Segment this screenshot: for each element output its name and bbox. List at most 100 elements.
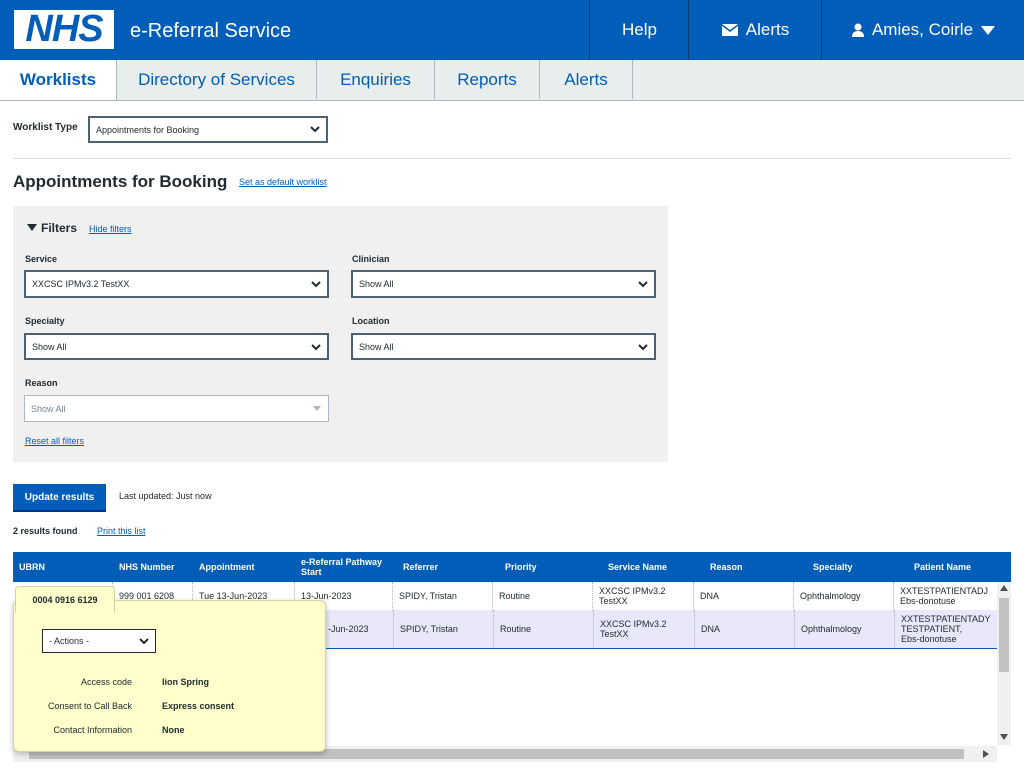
- location-select[interactable]: Show All: [351, 333, 656, 360]
- column-header-ubrn[interactable]: UBRN: [19, 552, 45, 582]
- reason-cell: DNA: [694, 582, 794, 610]
- hide-filters-link[interactable]: Hide filters: [89, 224, 132, 234]
- contact-label: Contact Information: [53, 725, 132, 735]
- patient-line: Ebs-donotuse: [901, 634, 957, 644]
- help-link[interactable]: Help: [589, 0, 689, 60]
- service-line: TestXX: [600, 629, 629, 639]
- tab-label: Directory of Services: [138, 69, 295, 89]
- reason-select[interactable]: Show All: [24, 395, 329, 422]
- clinician-select[interactable]: Show All: [351, 270, 656, 298]
- nhs-logo[interactable]: NHS: [14, 10, 114, 49]
- ubrn-link[interactable]: 0004 0916 6129: [15, 586, 115, 613]
- service-line: XXCSC IPMv3.2: [599, 586, 666, 596]
- specialty-label: Specialty: [25, 316, 65, 326]
- scrollbar-thumb[interactable]: [999, 598, 1009, 672]
- user-name: Amies, Coirle: [871, 20, 974, 39]
- referral-details-popup: 0004 0916 6129 - Actions - Access code l…: [13, 586, 326, 752]
- specialty-cell: Ophthalmology: [794, 582, 894, 610]
- column-header-service-name[interactable]: Service Name: [608, 552, 667, 582]
- actions-value: - Actions -: [49, 636, 90, 646]
- scroll-down-icon[interactable]: [1000, 734, 1008, 740]
- service-line: XXCSC IPMv3.2: [600, 619, 667, 629]
- set-default-worklist-link[interactable]: Set as default worklist: [239, 177, 327, 187]
- filters-panel: Filters Hide filters Service XXCSC IPMv3…: [13, 206, 668, 462]
- results-count: 2 results found: [13, 526, 78, 536]
- worklist-type-label: Worklist Type: [13, 122, 78, 133]
- service-select[interactable]: XXCSC IPMv3.2 TestXX: [24, 270, 329, 298]
- triangle-down-icon[interactable]: [27, 224, 37, 232]
- vertical-scrollbar[interactable]: [997, 582, 1011, 745]
- reset-filters-link[interactable]: Reset all filters: [25, 436, 84, 446]
- service-name-cell: XXCSC IPMv3.2 TestXX: [594, 610, 695, 648]
- alerts-label: Alerts: [745, 20, 790, 39]
- specialty-select[interactable]: Show All: [24, 333, 329, 360]
- chevron-down-icon: [311, 344, 321, 351]
- tab-label: Reports: [457, 69, 517, 89]
- service-label: Service: [25, 254, 58, 264]
- column-header-specialty[interactable]: Specialty: [813, 552, 853, 582]
- service-value: XXCSC IPMv3.2 TestXX: [32, 279, 130, 289]
- access-code-label: Access code: [80, 677, 132, 687]
- filters-heading[interactable]: Filters: [41, 221, 77, 235]
- tab-label: Alerts: [564, 69, 608, 89]
- tab-label: Enquiries: [340, 69, 411, 89]
- scroll-right-icon[interactable]: [983, 750, 989, 758]
- column-header-pathway-start[interactable]: e-Referral Pathway Start: [301, 552, 396, 582]
- app-title: e-Referral Service: [130, 20, 292, 42]
- priority-cell: Routine: [493, 582, 593, 610]
- location-label: Location: [352, 316, 390, 326]
- caret-down-icon: [313, 406, 321, 411]
- consent-label: Consent to Call Back: [47, 701, 132, 711]
- contact-value: None: [162, 725, 185, 735]
- alerts-link[interactable]: Alerts: [688, 0, 822, 60]
- access-code-value: lion Spring: [162, 677, 209, 687]
- envelope-icon: [721, 24, 738, 36]
- column-header-reason[interactable]: Reason: [710, 552, 743, 582]
- update-results-button[interactable]: Update results: [13, 484, 106, 512]
- service-name-cell: XXCSC IPMv3.2 TestXX: [593, 582, 694, 610]
- chevron-down-icon: [311, 281, 321, 288]
- tab-reports[interactable]: Reports: [435, 60, 540, 99]
- reason-label: Reason: [25, 378, 58, 388]
- service-line: TestXX: [599, 596, 628, 606]
- main-tabs: Worklists Directory of Services Enquirie…: [0, 60, 1024, 101]
- referrer-cell: SPIDY, Tristan: [393, 582, 493, 610]
- tab-label: Worklists: [19, 70, 97, 89]
- patient-line: XXTESTPATIENTADJ: [900, 586, 989, 596]
- user-icon: [851, 23, 864, 37]
- print-list-link[interactable]: Print this list: [97, 526, 146, 536]
- column-header-priority[interactable]: Priority: [505, 552, 537, 582]
- chevron-down-icon: [139, 638, 149, 645]
- chevron-down-icon: [981, 25, 996, 35]
- reason-cell: DNA: [695, 610, 795, 648]
- help-label: Help: [622, 20, 657, 39]
- specialty-value: Show All: [32, 341, 67, 352]
- column-header-nhs-number[interactable]: NHS Number: [119, 552, 175, 582]
- specialty-cell: Ophthalmology: [795, 610, 895, 648]
- actions-select[interactable]: - Actions -: [42, 629, 156, 653]
- tab-directory-of-services[interactable]: Directory of Services: [117, 60, 317, 99]
- column-header-patient-name[interactable]: Patient Name: [914, 552, 971, 582]
- table-header: UBRN NHS Number Appointment e-Referral P…: [13, 552, 1011, 582]
- consent-value: Express consent: [162, 701, 235, 711]
- tab-enquiries[interactable]: Enquiries: [317, 60, 435, 99]
- column-header-appointment[interactable]: Appointment: [199, 552, 255, 582]
- tab-alerts[interactable]: Alerts: [540, 60, 633, 99]
- divider: [13, 158, 1011, 159]
- worklist-type-value: Appointments for Booking: [96, 124, 200, 135]
- tab-worklists[interactable]: Worklists: [0, 60, 117, 100]
- patient-line: Ebs-donotuse: [900, 596, 956, 606]
- page-title: Appointments for Booking: [13, 172, 228, 191]
- reason-value: Show All: [31, 403, 66, 414]
- column-header-referrer[interactable]: Referrer: [403, 552, 438, 582]
- referrer-cell: SPIDY, Tristan: [394, 610, 494, 648]
- patient-line: TESTPATIENT,: [901, 624, 963, 634]
- top-header: NHS e-Referral Service Help Alerts Amies…: [0, 0, 1024, 60]
- patient-line: XXTESTPATIENTADY: [901, 614, 991, 624]
- scroll-up-icon[interactable]: [1000, 585, 1008, 591]
- worklist-type-select[interactable]: Appointments for Booking: [88, 116, 328, 143]
- clinician-value: Show All: [359, 279, 394, 289]
- chevron-down-icon: [638, 344, 648, 351]
- user-menu[interactable]: Amies, Coirle: [821, 0, 1024, 60]
- priority-cell: Routine: [494, 610, 594, 648]
